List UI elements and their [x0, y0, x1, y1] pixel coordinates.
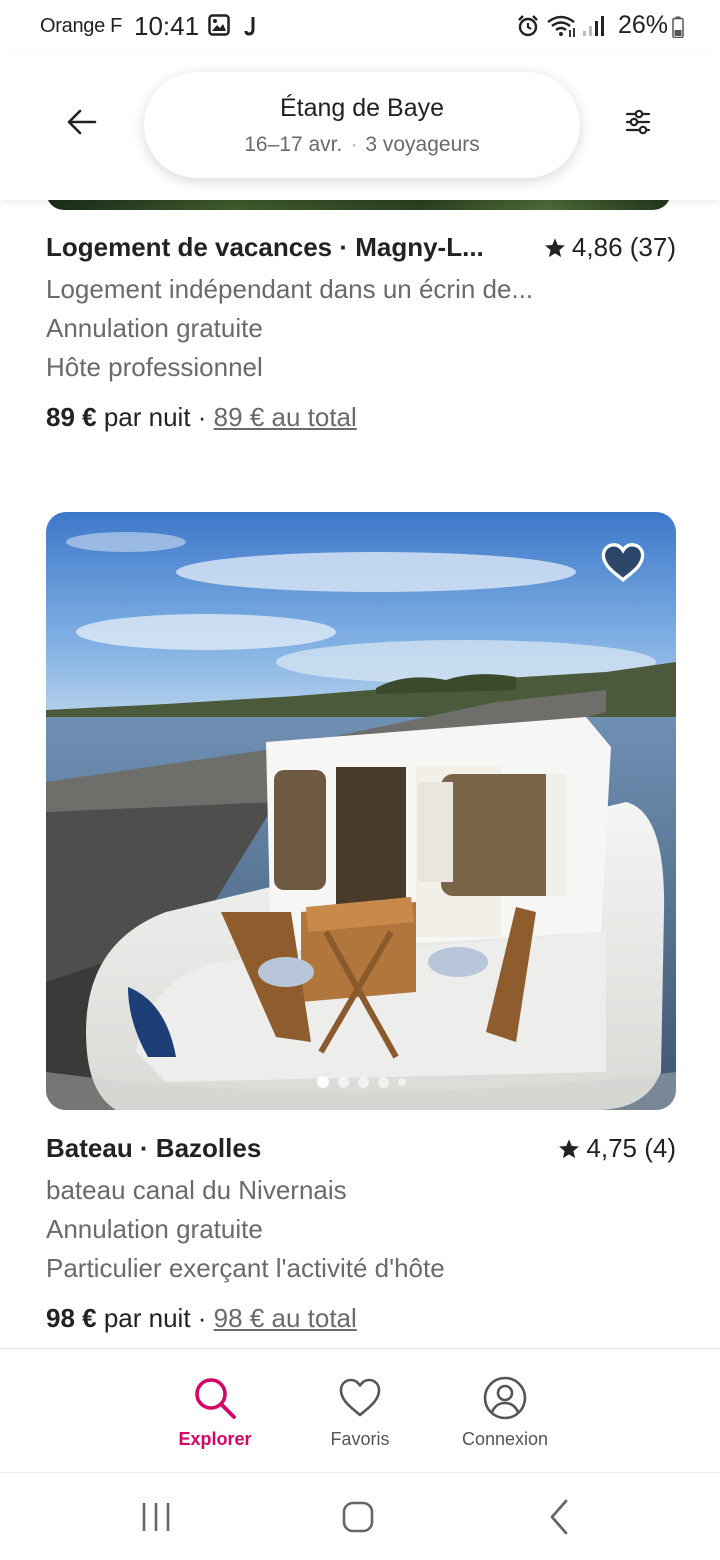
listing-description: bateau canal du Nivernais [46, 1175, 347, 1205]
heart-icon [339, 1378, 381, 1417]
signal-icon [582, 15, 604, 42]
listing-title: Logement de vacances · Magny-L... [46, 232, 484, 262]
pagination-dot [377, 1076, 389, 1088]
search-icon [195, 1378, 236, 1419]
user-circle-icon [483, 1376, 527, 1420]
carrier-label: Orange F [40, 15, 123, 37]
wifi-icon [546, 14, 578, 43]
search-dates: 16–17 avr. [244, 133, 343, 156]
battery-icon [672, 16, 684, 43]
total-price-link[interactable]: 98 € au total [214, 1303, 357, 1333]
heart-icon [601, 543, 645, 582]
listing-title: Bateau · Bazolles [46, 1133, 262, 1163]
back-button[interactable] [58, 98, 106, 146]
search-guests: 3 voyageurs [365, 133, 480, 156]
home-button[interactable] [336, 1495, 380, 1539]
nav-favoris-label: Favoris [330, 1429, 390, 1449]
j-notification-icon [244, 15, 258, 42]
price-unit: par nuit · [96, 1303, 214, 1333]
bottom-navigation: Explorer Favoris Connexion [0, 1348, 720, 1472]
listing-host-type: Hôte professionnel [46, 352, 263, 382]
system-navigation-bar [0, 1472, 720, 1560]
star-icon [545, 237, 565, 257]
rating-value: 4,86 (37) [571, 232, 676, 262]
listing-rating: 4,86 (37) [544, 232, 676, 263]
nav-connexion[interactable]: Connexion [435, 1349, 575, 1473]
recent-apps-button[interactable] [134, 1495, 178, 1539]
back-nav-button[interactable] [538, 1495, 582, 1539]
filters-button[interactable] [614, 98, 662, 146]
search-separator: · [350, 133, 358, 156]
gallery-notification-icon [208, 14, 230, 41]
pagination-dot [316, 1076, 329, 1088]
listing-price: 89 € par nuit · 89 € au total [46, 399, 676, 435]
listing-card[interactable]: Bateau · Bazolles 4,75 (4) bateau canal … [46, 1133, 676, 1336]
listing-cancellation: Annulation gratuite [46, 1214, 263, 1244]
sliders-icon [625, 109, 651, 135]
photo-pagination [46, 1076, 676, 1088]
search-location: Étang de Baye [279, 94, 444, 122]
nav-explorer-label: Explorer [178, 1429, 252, 1449]
nav-connexion-label: Connexion [461, 1429, 549, 1449]
nightly-price: 89 € [46, 402, 97, 432]
search-details: 16–17 avr. · 3 voyageurs [144, 133, 580, 157]
total-price-link[interactable]: 89 € au total [214, 402, 357, 432]
listing-host-type: Particulier exerçant l'activité d'hôte [46, 1253, 445, 1283]
pagination-dot [357, 1076, 369, 1088]
nightly-price: 98 € [46, 1303, 97, 1333]
listing-cancellation: Annulation gratuite [46, 313, 263, 343]
clock: 10:41 [134, 11, 200, 41]
price-unit: par nuit · [96, 402, 214, 432]
listing-description: Logement indépendant dans un écrin de... [46, 274, 534, 304]
rating-value: 4,75 (4) [586, 1133, 676, 1163]
alarm-icon [516, 14, 540, 43]
status-bar: Orange F 10:41 26% [0, 0, 720, 54]
listing-photo[interactable] [46, 512, 676, 1110]
star-icon [559, 1138, 580, 1158]
listing-rating: 4,75 (4) [558, 1133, 676, 1164]
listing-card[interactable]: Logement de vacances · Magny-L... 4,86 (… [46, 232, 676, 435]
battery-percent: 26% [617, 11, 668, 39]
arrow-left-icon [67, 109, 97, 135]
boat-photo [46, 512, 676, 1110]
listing-price: 98 € par nuit · 98 € au total [46, 1300, 676, 1336]
pagination-dot [337, 1076, 349, 1088]
pagination-dot [397, 1078, 406, 1086]
nav-explorer[interactable]: Explorer [145, 1349, 285, 1473]
search-summary-pill[interactable]: Étang de Baye 16–17 avr. · 3 voyageurs [144, 72, 580, 178]
nav-favoris[interactable]: Favoris [290, 1349, 430, 1473]
favorite-button[interactable] [600, 542, 646, 584]
search-header: Étang de Baye 16–17 avr. · 3 voyageurs [0, 54, 720, 200]
